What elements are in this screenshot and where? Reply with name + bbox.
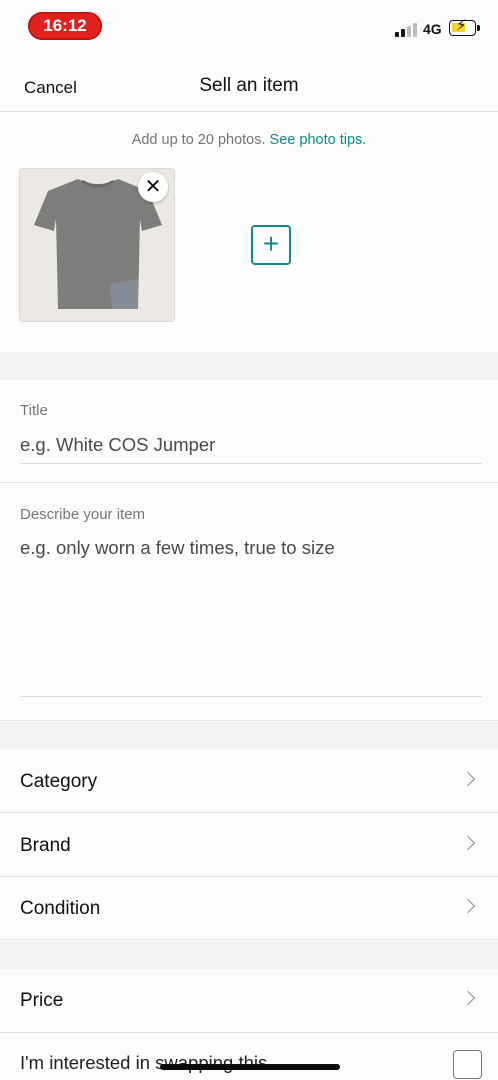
battery-tip: [477, 25, 480, 31]
chevron-right-icon: [460, 771, 476, 787]
section-divider: [0, 352, 498, 380]
close-icon: ✕: [144, 176, 162, 198]
description-field[interactable]: Describe your item e.g. only worn a few …: [0, 484, 498, 721]
category-label: Category: [20, 771, 98, 792]
brand-label: Brand: [20, 835, 71, 856]
price-row[interactable]: Price: [0, 969, 498, 1033]
network-type: 4G: [423, 21, 442, 37]
status-bar: 16:12 4G ⚡: [0, 0, 498, 56]
brand-row[interactable]: Brand: [0, 814, 498, 877]
chevron-right-icon: [460, 835, 476, 851]
photo-tips-link[interactable]: See photo tips.: [270, 132, 367, 148]
photo-hint: Add up to 20 photos. See photo tips.: [0, 132, 498, 148]
section-divider: [0, 722, 498, 750]
page-title: Sell an item: [199, 75, 299, 96]
description-label: Describe your item: [20, 506, 146, 523]
battery-icon: ⚡: [449, 18, 476, 36]
category-row[interactable]: Category: [0, 750, 498, 813]
swap-checkbox[interactable]: [453, 1050, 482, 1079]
condition-row[interactable]: Condition: [0, 877, 498, 940]
home-indicator[interactable]: [160, 1064, 340, 1070]
signal-icon: [395, 23, 419, 37]
condition-label: Condition: [20, 898, 101, 919]
chevron-right-icon: [460, 898, 476, 914]
status-time: 16:12: [28, 12, 102, 40]
swap-label: I'm interested in swapping this: [20, 1052, 268, 1073]
description-input[interactable]: e.g. only worn a few times, true to size: [20, 537, 335, 559]
photo-hint-text: Add up to 20 photos.: [131, 132, 266, 148]
title-field[interactable]: Title e.g. White COS Jumper: [0, 380, 498, 483]
description-underline: [20, 696, 482, 697]
title-label: Title: [20, 402, 48, 419]
title-input[interactable]: e.g. White COS Jumper: [20, 434, 215, 456]
remove-photo-button[interactable]: ✕: [138, 172, 168, 202]
nav-bar: Cancel Sell an item: [0, 56, 498, 112]
plus-icon: +: [262, 228, 280, 259]
title-underline: [20, 463, 482, 464]
price-label: Price: [20, 990, 64, 1011]
section-divider: [0, 941, 498, 969]
add-photo-button[interactable]: +: [251, 225, 291, 265]
chevron-right-icon: [460, 990, 476, 1006]
